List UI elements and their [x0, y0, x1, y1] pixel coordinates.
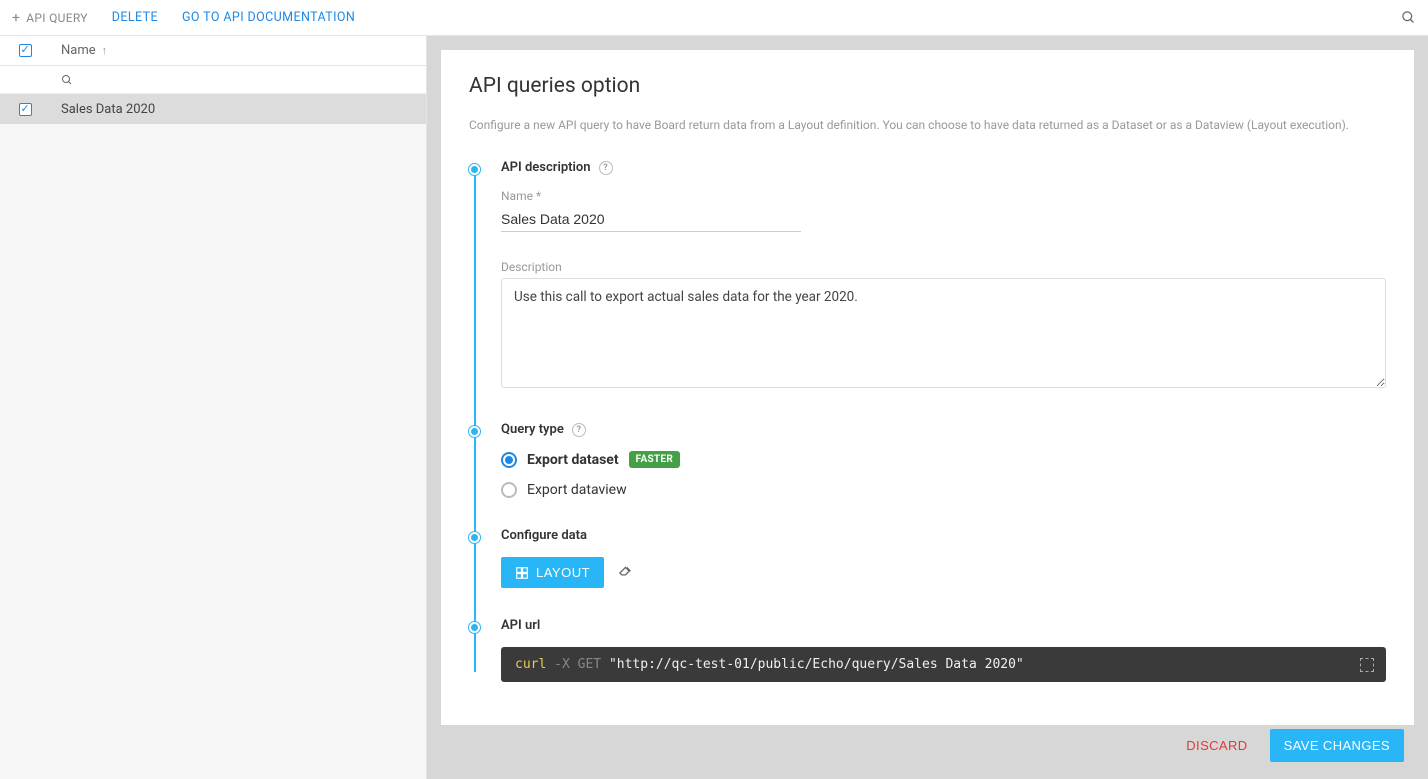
sidebar-header: Name ↑: [0, 36, 426, 66]
api-url-code-block: curl -X GET "http://qc-test-01/public/Ec…: [501, 647, 1386, 682]
topbar-left: + API QUERY DELETE GO TO API DOCUMENTATI…: [12, 10, 355, 26]
sidebar-item-label: Sales Data 2020: [50, 102, 426, 117]
layout-icon: [515, 566, 529, 580]
copy-icon[interactable]: [1360, 658, 1374, 672]
sort-ascending-icon: ↑: [102, 44, 108, 57]
discard-button[interactable]: DISCARD: [1186, 738, 1247, 753]
add-api-query-label: API QUERY: [26, 11, 88, 25]
curl-command: curl: [515, 657, 546, 672]
search-icon[interactable]: [1401, 10, 1416, 25]
page-title: API queries option: [469, 74, 1386, 98]
step-api-description-title: API description ?: [501, 160, 1386, 175]
step-query-type: Query type ? Export dataset FASTER Expor…: [501, 422, 1386, 498]
step-dot-icon: [469, 426, 480, 437]
sidebar-item-checkbox[interactable]: [19, 103, 32, 116]
curl-flag: -X: [554, 657, 570, 672]
configure-data-row: LAYOUT: [501, 557, 1386, 588]
plus-icon: +: [12, 10, 20, 26]
query-type-radio-group: Export dataset FASTER Export dataview: [501, 451, 1386, 498]
sidebar-name-header[interactable]: Name ↑: [50, 43, 426, 58]
step-configure-data: Configure data LAYOUT: [501, 528, 1386, 588]
radio-button-icon: [501, 482, 517, 498]
step-query-type-title: Query type ?: [501, 422, 1386, 437]
api-documentation-link[interactable]: GO TO API DOCUMENTATION: [182, 10, 355, 25]
footer: DISCARD SAVE CHANGES: [441, 725, 1414, 765]
sidebar-item-sales-data-2020[interactable]: Sales Data 2020: [0, 94, 426, 124]
description-field-label: Description: [501, 260, 1386, 274]
delete-link[interactable]: DELETE: [112, 10, 158, 25]
radio-export-dataview[interactable]: Export dataview: [501, 482, 1386, 498]
step-dot-icon: [469, 622, 480, 633]
name-field-label: Name *: [501, 189, 1386, 203]
select-all-checkbox[interactable]: [19, 44, 32, 57]
steps-timeline: API description ? Name * Description Que…: [469, 160, 1386, 682]
step-api-url: API url curl -X GET "http://qc-test-01/p…: [501, 618, 1386, 682]
help-icon[interactable]: ?: [572, 423, 586, 437]
step-dot-icon: [469, 164, 480, 175]
step-api-url-title: API url: [501, 618, 1386, 633]
curl-method: GET: [578, 657, 601, 672]
help-icon[interactable]: ?: [599, 161, 613, 175]
radio-export-dataset[interactable]: Export dataset FASTER: [501, 451, 1386, 468]
step-configure-data-title: Configure data: [501, 528, 1386, 543]
radio-export-dataview-label: Export dataview: [527, 482, 627, 498]
content-wrap: API queries option Configure a new API q…: [427, 36, 1428, 779]
query-description-textarea[interactable]: [501, 278, 1386, 388]
sidebar-filter-search[interactable]: [50, 74, 426, 86]
page-description: Configure a new API query to have Board …: [469, 118, 1386, 132]
radio-export-dataset-label: Export dataset: [527, 452, 619, 468]
global-search-input[interactable]: [1241, 10, 1401, 26]
topbar-search: [1241, 10, 1416, 26]
radio-button-icon: [501, 452, 517, 468]
sidebar: Name ↑ Sales Data 2020: [0, 36, 427, 779]
faster-badge: FASTER: [629, 451, 681, 468]
topbar: + API QUERY DELETE GO TO API DOCUMENTATI…: [0, 0, 1428, 36]
sidebar-name-header-label: Name: [61, 43, 96, 58]
layout-button[interactable]: LAYOUT: [501, 557, 604, 588]
sidebar-select-all-col: [0, 44, 50, 57]
step-dot-icon: [469, 532, 480, 543]
sidebar-filter-row: [0, 66, 426, 94]
search-icon: [61, 74, 73, 86]
curl-url: "http://qc-test-01/public/Echo/query/Sal…: [609, 657, 1024, 672]
content-panel: API queries option Configure a new API q…: [441, 50, 1414, 725]
save-changes-button[interactable]: SAVE CHANGES: [1270, 729, 1404, 762]
query-name-input[interactable]: [501, 207, 801, 232]
main-layout: Name ↑ Sales Data 2020 API queries optio…: [0, 36, 1428, 779]
layout-button-label: LAYOUT: [536, 565, 590, 580]
add-api-query-button[interactable]: + API QUERY: [12, 10, 88, 26]
step-api-description: API description ? Name * Description: [501, 160, 1386, 392]
eraser-icon[interactable]: [618, 563, 633, 582]
